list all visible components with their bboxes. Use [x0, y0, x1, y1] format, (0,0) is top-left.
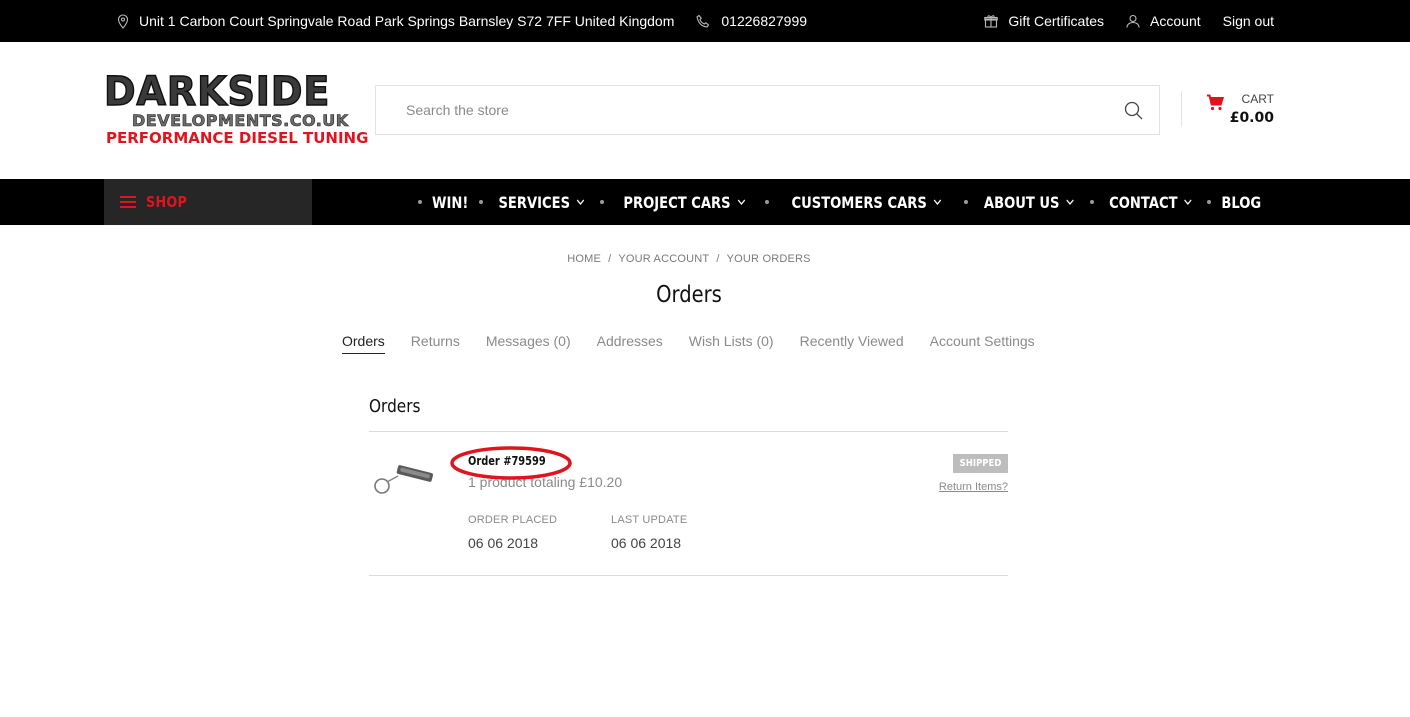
nav-item-label: SERVICES: [498, 192, 570, 212]
breadcrumb-your-orders: YOUR ORDERS: [726, 253, 811, 265]
location-pin-icon: [117, 13, 129, 29]
sign-out-label[interactable]: Sign out: [1223, 13, 1274, 29]
logo-line-2: DEVELOPMENTS.CO.UK: [132, 111, 349, 130]
address: Unit 1 Carbon Court Springvale Road Park…: [117, 13, 674, 29]
chevron-down-icon: [1184, 199, 1192, 205]
chevron-down-icon: [576, 199, 585, 205]
chevron-down-icon: [1066, 199, 1074, 205]
main-nav: SHOP WIN! SERVICES PROJECT CARS CUSTOMER…: [0, 179, 1410, 225]
divider: [369, 431, 1008, 432]
cart-total: £0.00: [1229, 110, 1274, 126]
search-box: [375, 85, 1160, 135]
tab-addresses[interactable]: Addresses: [597, 333, 663, 354]
chevron-down-icon: [737, 199, 745, 205]
last-update-value: 06 06 2018: [611, 535, 682, 551]
nav-item-services[interactable]: SERVICES: [498, 192, 585, 212]
breadcrumb-your-account[interactable]: YOUR ACCOUNT: [618, 253, 709, 265]
sign-out-link[interactable]: Sign out: [1223, 13, 1274, 29]
breadcrumb-separator: /: [608, 253, 612, 265]
order-placed-value: 06 06 2018: [468, 535, 539, 551]
divider: [369, 575, 1008, 576]
phone[interactable]: 01226827999: [696, 13, 807, 29]
address-text: Unit 1 Carbon Court Springvale Road Park…: [139, 13, 675, 29]
phone-icon: [696, 14, 710, 28]
nav-separator: [418, 200, 423, 204]
highlight-circle: [450, 446, 572, 480]
page-title: Orders: [656, 282, 722, 308]
orders-section-title: Orders: [369, 396, 421, 417]
nav-menu: WIN! SERVICES PROJECT CARS CUSTOMERS CAR…: [404, 179, 1262, 225]
gift-certificates-link[interactable]: Gift Certificates: [984, 13, 1104, 29]
top-bar: Unit 1 Carbon Court Springvale Road Park…: [0, 0, 1410, 42]
nav-item-project-cars[interactable]: PROJECT CARS: [623, 193, 745, 212]
return-items-link[interactable]: Return Items?: [939, 481, 1008, 493]
breadcrumb: HOME / YOUR ACCOUNT / YOUR ORDERS: [0, 253, 1378, 265]
shop-menu-button[interactable]: SHOP: [104, 179, 312, 225]
breadcrumb-home[interactable]: HOME: [567, 253, 601, 265]
nav-separator: [600, 200, 605, 204]
tab-returns[interactable]: Returns: [411, 333, 460, 354]
breadcrumb-separator: /: [716, 253, 720, 265]
nav-separator: [478, 200, 483, 204]
search-icon[interactable]: [1124, 101, 1143, 120]
status-badge-label: SHIPPED: [959, 458, 1002, 469]
logo-line-3: PERFORMANCE DIESEL TUNING: [106, 129, 369, 147]
nav-separator: [963, 200, 968, 204]
nav-item-label: PROJECT CARS: [623, 192, 731, 212]
tab-messages[interactable]: Messages (0): [486, 333, 571, 354]
nav-item-blog[interactable]: BLOG: [1222, 193, 1262, 212]
account-label[interactable]: Account: [1150, 13, 1201, 29]
top-bar-contact: Unit 1 Carbon Court Springvale Road Park…: [117, 0, 807, 42]
gift-certificates-label[interactable]: Gift Certificates: [1008, 13, 1104, 29]
search-input[interactable]: [376, 86, 1076, 134]
tab-account-settings[interactable]: Account Settings: [930, 333, 1035, 354]
gift-icon: [984, 15, 999, 28]
tab-recently-viewed[interactable]: Recently Viewed: [800, 333, 904, 354]
user-icon: [1126, 14, 1140, 28]
tab-orders[interactable]: Orders: [342, 333, 385, 354]
status-badge: SHIPPED: [953, 454, 1008, 473]
cart-button[interactable]: CART £0.00: [1206, 90, 1276, 130]
cart-icon: [1207, 94, 1224, 111]
nav-item-label: CONTACT: [1109, 192, 1178, 212]
site-logo[interactable]: DARKSIDE DEVELOPMENTS.CO.UK PERFORMANCE …: [103, 69, 368, 150]
chevron-down-icon: [933, 199, 941, 205]
nav-separator: [1089, 200, 1094, 204]
top-bar-links: Gift Certificates Account Sign out: [984, 0, 1274, 42]
hamburger-icon: [120, 196, 136, 208]
logo-line-1: DARKSIDE: [103, 69, 331, 115]
nav-item-label: ABOUT US: [983, 192, 1060, 212]
last-update-label: LAST UPDATE: [611, 514, 688, 526]
nav-item-label: WIN!: [432, 192, 469, 212]
account-tabs: Orders Returns Messages (0) Addresses Wi…: [342, 333, 1061, 354]
nav-item-customers-cars[interactable]: CUSTOMERS CARS: [791, 193, 941, 212]
phone-number[interactable]: 01226827999: [721, 13, 807, 29]
product-thumbnail[interactable]: [372, 462, 438, 496]
nav-item-win[interactable]: WIN!: [432, 193, 468, 212]
nav-separator: [1207, 200, 1212, 204]
nav-item-label: CUSTOMERS CARS: [791, 192, 927, 212]
nav-item-label: BLOG: [1221, 192, 1262, 212]
nav-item-contact[interactable]: CONTACT: [1109, 193, 1192, 212]
cart-divider: [1181, 91, 1182, 127]
account-link[interactable]: Account: [1126, 13, 1201, 29]
nav-item-about-us[interactable]: ABOUT US: [984, 193, 1074, 212]
order-placed-label: ORDER PLACED: [468, 514, 558, 526]
tab-wish-lists[interactable]: Wish Lists (0): [689, 333, 774, 354]
cart-label: CART: [1241, 92, 1274, 106]
shop-label: SHOP: [146, 193, 188, 211]
nav-separator: [764, 200, 769, 204]
